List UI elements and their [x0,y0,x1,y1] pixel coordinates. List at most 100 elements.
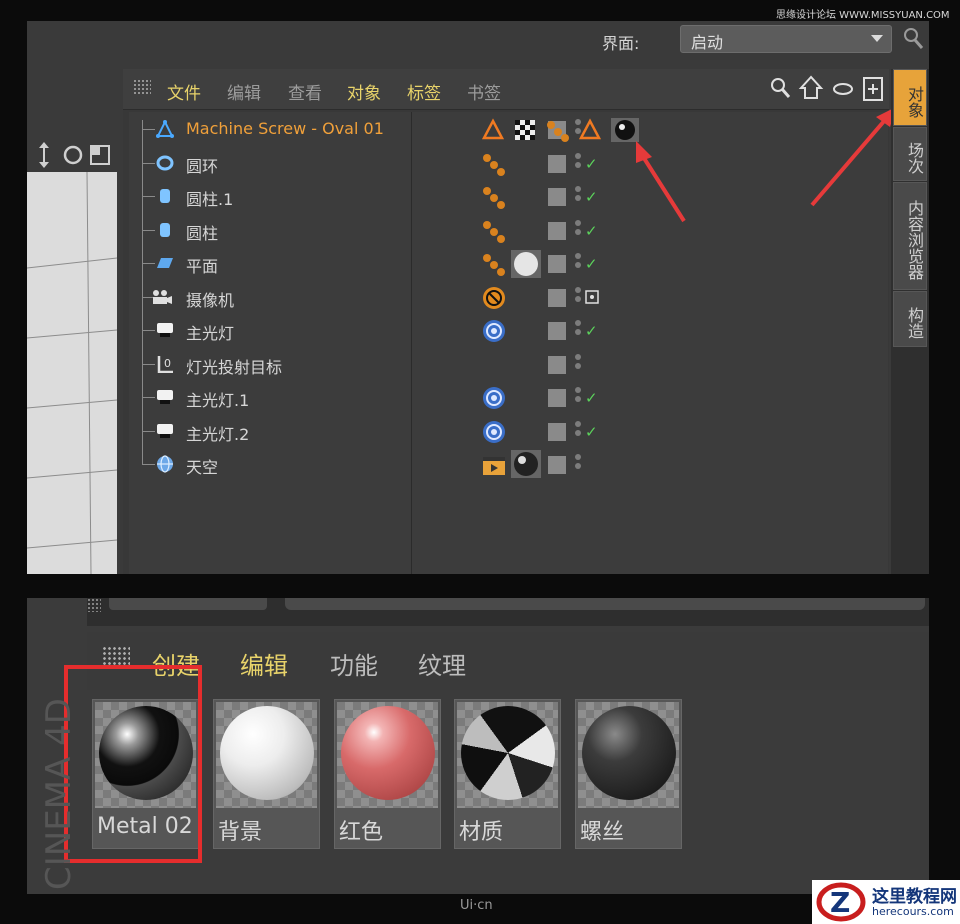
tab-content-browser[interactable]: 内容浏览器 [893,182,927,290]
layer-flag[interactable] [548,422,566,441]
viewport-grid [27,171,117,574]
object-name: Machine Screw - Oval 01 [186,119,384,138]
grip-icon[interactable] [87,598,101,612]
torus-icon [156,155,174,170]
object-row[interactable]: 0 灯光投射目标 [129,348,889,381]
site-logo-icon: Z [816,882,866,922]
light-icon [157,323,173,337]
object-tags [483,286,505,309]
layer-flag[interactable] [548,355,566,374]
object-tags [483,387,505,409]
cylinder-icon [160,189,170,203]
material-manager-menubar [87,632,929,690]
material-swatch-background[interactable]: 背景 [213,699,320,849]
side-tabs: 对象 场次 内容浏览器 构造 [891,69,929,574]
camera-activate-icon[interactable] [585,289,599,304]
plane-icon [157,258,173,268]
enabled-check-icon[interactable]: ✓ [585,155,598,173]
phong-tag-icon[interactable] [578,118,602,140]
home-icon[interactable] [798,75,824,99]
tab-takes[interactable]: 场次 [893,127,927,181]
timeline-strip [87,598,929,626]
search-icon[interactable] [771,78,791,98]
material-tag-icon[interactable] [511,250,541,278]
enabled-check-icon[interactable]: ✓ [585,188,598,206]
visibility-dots[interactable] [575,420,581,439]
selection-tag-icon[interactable] [483,153,505,176]
maximize-view-icon[interactable] [90,145,110,165]
oval-filter-icon[interactable] [833,83,853,95]
menu-texture[interactable]: 纹理 [418,646,466,681]
object-name: 主光灯.1 [186,391,250,410]
menu-tags[interactable]: 标签 [407,79,441,104]
site-badge: Z 这里教程网 herecours.com [812,880,960,924]
object-tags [483,187,505,209]
object-row[interactable]: 摄像机 [129,281,889,314]
visibility-dots[interactable] [575,219,581,238]
rotate-view-icon[interactable] [63,145,83,165]
material-preview-sphere [220,706,314,800]
material-swatch-red[interactable]: 红色 [334,699,441,849]
search-icon[interactable] [902,26,924,50]
panel-grip-icon[interactable] [133,79,151,95]
tab-structure[interactable]: 构造 [893,291,927,347]
visibility-dots[interactable] [575,454,581,472]
visibility-dots[interactable] [575,186,581,204]
camera-icon [153,289,172,304]
menu-bookmarks[interactable]: 书签 [467,79,501,104]
selection-tag-icon[interactable] [483,187,505,209]
panel-grip-icon[interactable] [102,646,130,666]
phong-tag-icon[interactable] [482,118,505,140]
menu-edit[interactable]: 编辑 [227,79,261,104]
enabled-check-icon[interactable]: ✓ [585,222,598,240]
selection-tag-icon[interactable] [547,121,569,142]
move-view-icon[interactable] [39,142,49,168]
layer-flag[interactable] [548,154,566,173]
layer-flag[interactable] [548,188,566,206]
object-row[interactable]: 主光灯 ✓ [129,314,889,347]
object-row[interactable]: 主光灯.2 ✓ [129,415,889,448]
visibility-dots[interactable] [575,152,581,171]
layer-flag[interactable] [548,288,566,307]
layer-flag[interactable] [548,221,566,240]
layer-flag[interactable] [548,389,566,407]
menu-view[interactable]: 查看 [288,79,322,104]
target-tag-icon[interactable] [483,320,505,342]
selection-tag-icon[interactable] [483,220,505,243]
enabled-check-icon[interactable]: ✓ [585,423,598,441]
visibility-dots[interactable] [575,253,581,271]
menu-function[interactable]: 功能 [330,646,378,681]
selection-tag-icon[interactable] [483,254,505,276]
material-tag-icon[interactable] [511,450,541,478]
light-icon [157,390,173,404]
target-tag-icon[interactable] [483,420,505,443]
uvw-tag-icon[interactable] [515,120,535,140]
menu-objects[interactable]: 对象 [347,79,381,104]
material-swatch-screw[interactable]: 螺丝 [575,699,682,849]
object-name: 天空 [186,458,219,477]
layout-dropdown[interactable]: 启动 [680,25,892,53]
visibility-dots[interactable] [575,286,581,305]
layer-flag[interactable] [548,322,566,340]
menu-edit[interactable]: 编辑 [240,646,288,681]
new-window-icon[interactable] [863,77,883,101]
object-row[interactable]: 天空 [129,448,889,481]
material-swatch-material[interactable]: 材质 [454,699,561,849]
visibility-dots[interactable] [575,353,581,372]
protection-tag-icon[interactable] [483,286,505,309]
enabled-check-icon[interactable]: ✓ [585,255,598,273]
object-row[interactable]: 主光灯.1 ✓ [129,381,889,414]
menu-file[interactable]: 文件 [167,79,201,104]
object-name: 摄像机 [186,290,235,310]
layout-label: 界面: [602,34,640,53]
target-tag-icon[interactable] [483,387,505,409]
object-row[interactable]: 平面 ✓ [129,247,889,280]
enabled-check-icon[interactable]: ✓ [585,322,598,340]
visibility-dots[interactable] [575,320,581,338]
tab-objects[interactable]: 对象 [893,69,927,126]
viewport[interactable] [27,138,117,574]
light-icon [157,423,173,438]
compositing-tag-icon[interactable] [483,457,505,475]
enabled-check-icon[interactable]: ✓ [585,389,598,407]
visibility-dots[interactable] [575,387,581,405]
